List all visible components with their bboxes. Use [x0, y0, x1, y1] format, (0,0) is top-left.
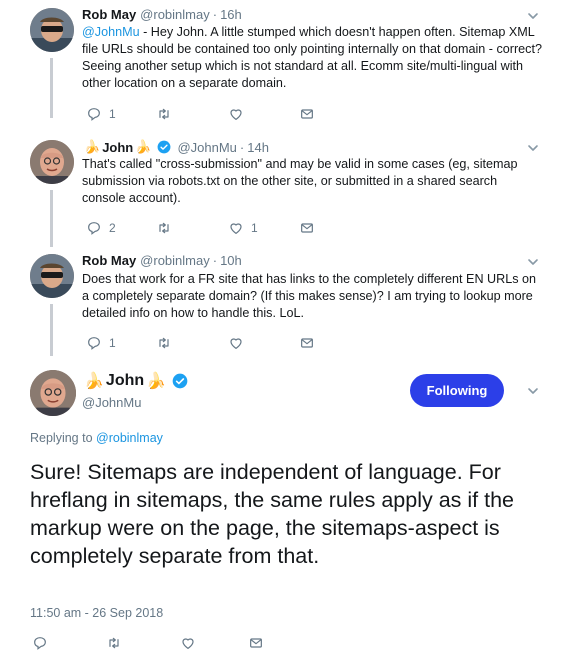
banana-emoji: 🍌 [84, 139, 101, 154]
main-tweet-avatar[interactable] [30, 370, 76, 416]
retweet-icon [156, 106, 172, 122]
reply-button[interactable]: 2 [86, 220, 116, 236]
reply-count: 1 [109, 336, 116, 350]
thread-line [50, 304, 53, 356]
banana-emoji: 🍌 [146, 373, 167, 390]
like-button[interactable]: 1 [228, 220, 258, 236]
replying-to: Replying to @robinlmay [30, 431, 163, 445]
banana-emoji: 🍌 [84, 373, 104, 390]
author-handle[interactable]: @JohnMu [177, 140, 236, 155]
direct-message-button[interactable] [299, 106, 315, 122]
thread-line [50, 58, 53, 118]
envelope-icon [299, 220, 315, 236]
reply-icon [86, 220, 102, 236]
author-name[interactable]: John [106, 372, 144, 390]
direct-message-button[interactable] [299, 220, 315, 236]
heart-icon [228, 106, 244, 122]
reply-icon [86, 106, 102, 122]
like-button[interactable] [228, 106, 244, 122]
retweet-icon [156, 335, 172, 351]
reply-button[interactable]: 1 [86, 106, 116, 122]
tweet-text: @JohnMu - Hey John. A little stumped whi… [82, 24, 542, 92]
separator-dot: · [239, 139, 245, 155]
verified-badge-icon [157, 140, 171, 154]
tweet-time[interactable]: 10h [220, 253, 242, 268]
author-handle[interactable]: @JohnMu [82, 395, 141, 410]
author-name[interactable]: Rob May [82, 253, 136, 268]
retweet-button[interactable] [156, 106, 172, 122]
tweet-header: 🍌 John 🍌 @JohnMu · 14h [82, 139, 269, 155]
main-tweet-author: 🍌 John 🍌 [82, 371, 190, 391]
chevron-down-icon[interactable] [527, 142, 539, 154]
separator-dot: · [212, 7, 218, 22]
tweet-header: Rob May @robinlmay · 16h [82, 7, 242, 22]
chevron-down-icon[interactable] [527, 10, 539, 22]
like-count: 1 [251, 221, 258, 235]
reply-count: 1 [109, 107, 116, 121]
thread-tweet[interactable]: Rob May @robinlmay · 16h @JohnMu - Hey J… [0, 0, 561, 122]
tweet-text: That's called "cross-submission" and may… [82, 157, 518, 205]
heart-icon [228, 335, 244, 351]
tweet-text: Does that work for a FR site that has li… [82, 272, 537, 320]
avatar[interactable] [30, 8, 74, 52]
reply-icon [86, 335, 102, 351]
reply-button[interactable]: 1 [86, 335, 116, 351]
retweet-icon [106, 635, 122, 651]
heart-icon [180, 635, 196, 651]
chevron-down-icon[interactable] [527, 256, 539, 268]
avatar[interactable] [30, 140, 74, 184]
replying-to-link[interactable]: @robinlmay [96, 431, 163, 445]
main-tweet-timestamp[interactable]: 11:50 am - 26 Sep 2018 [30, 606, 163, 620]
tweet-time[interactable]: 14h [247, 140, 269, 155]
avatar[interactable] [30, 254, 74, 298]
tweet-text-body: - Hey John. A little stumped which doesn… [82, 25, 542, 90]
tweet-time[interactable]: 16h [220, 7, 242, 22]
chevron-down-icon[interactable] [527, 385, 539, 397]
author-name[interactable]: Rob May [82, 7, 136, 22]
thread-tweet[interactable]: 🍌 John 🍌 @JohnMu · 14h That's called "cr… [0, 133, 561, 248]
direct-message-button[interactable] [299, 335, 315, 351]
author-handle[interactable]: @robinlmay [140, 253, 210, 268]
heart-icon [228, 220, 244, 236]
replying-prefix: Replying to [30, 431, 97, 445]
like-button[interactable] [180, 635, 196, 651]
separator-dot: · [212, 253, 218, 268]
author-handle[interactable]: @robinlmay [140, 7, 210, 22]
retweet-button[interactable] [156, 335, 172, 351]
like-button[interactable] [228, 335, 244, 351]
retweet-button[interactable] [106, 635, 122, 651]
mention-link[interactable]: @JohnMu [82, 25, 140, 39]
envelope-icon [299, 106, 315, 122]
verified-badge-icon [172, 373, 188, 389]
envelope-icon [248, 635, 264, 651]
tweet-header: Rob May @robinlmay · 10h [82, 253, 242, 268]
reply-count: 2 [109, 221, 116, 235]
thread-tweet[interactable]: Rob May @robinlmay · 10h Does that work … [0, 248, 561, 358]
thread-line [50, 190, 53, 247]
main-tweet-text: Sure! Sitemaps are independent of langua… [30, 460, 515, 568]
reply-button[interactable] [32, 635, 48, 651]
banana-emoji: 🍌 [135, 139, 152, 154]
retweet-button[interactable] [156, 220, 172, 236]
envelope-icon [299, 335, 315, 351]
author-name[interactable]: John [102, 140, 133, 155]
following-button[interactable]: Following [410, 374, 504, 407]
direct-message-button[interactable] [248, 635, 264, 651]
retweet-icon [156, 220, 172, 236]
reply-icon [32, 635, 48, 651]
